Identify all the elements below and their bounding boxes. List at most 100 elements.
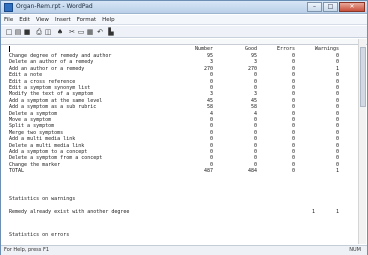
row-number-value: 0 — [209, 78, 213, 85]
row-number-value: 58 — [206, 104, 213, 111]
row-errors-value: 0 — [291, 117, 295, 123]
title-bar[interactable]: Organ-Rem.rpt - WordPad – □ ✕ — [1, 1, 367, 14]
row-good-value: 0 — [253, 161, 257, 168]
print-icon[interactable]: ⎙ — [35, 28, 43, 36]
row-errors-value: 0 — [291, 155, 295, 162]
table-row: Delete a multi media link 0 0 0 0 — [9, 143, 359, 149]
warnings-heading: Statistics on warnings — [9, 196, 76, 202]
minimize-button[interactable]: – — [307, 2, 322, 12]
row-good-value: 0 — [253, 123, 257, 130]
warning-line-value-2: 1 — [335, 209, 339, 215]
menu-edit[interactable]: Edit — [16, 15, 33, 24]
toolbar: □ ▤ ■ ⎙ ◫ ♠ ✂ ▭ ▦ ↶ ▙ — [1, 26, 367, 38]
row-good-value: 0 — [253, 72, 257, 79]
row-errors-value: 0 — [291, 65, 295, 72]
row-number-value: 0 — [209, 117, 213, 123]
warning-line-value-1: 1 — [311, 209, 315, 215]
row-errors-value: 0 — [291, 168, 295, 175]
row-good-value: 3 — [253, 91, 257, 98]
row-errors-value: 0 — [291, 72, 295, 79]
row-errors-value: 0 — [291, 110, 295, 117]
header-errors: Errors — [276, 46, 295, 52]
scrollbar-thumb[interactable] — [360, 47, 366, 107]
new-document-icon[interactable]: □ — [5, 28, 13, 36]
row-errors-value: 0 — [291, 123, 295, 130]
row-good-value: 0 — [253, 85, 257, 91]
row-errors-value: 0 — [291, 91, 295, 98]
close-button[interactable]: ✕ — [339, 2, 365, 12]
table-row: Merge two symptoms 0 0 0 0 — [9, 130, 359, 136]
row-warnings-value: 1 — [335, 168, 339, 175]
print-preview-icon[interactable]: ◫ — [44, 28, 52, 36]
menu-help[interactable]: Help — [99, 15, 118, 24]
menu-format[interactable]: Format — [74, 15, 99, 24]
row-label: Edit a symptom synonym list — [9, 85, 91, 91]
row-number-value: 0 — [209, 123, 213, 130]
row-label: Add a symptom at the same level — [9, 97, 103, 104]
menu-view[interactable]: View — [33, 15, 52, 24]
maximize-button[interactable]: □ — [323, 2, 338, 12]
vertical-scrollbar[interactable] — [358, 39, 366, 244]
table-row: Delete an author of a remedy 3 3 0 0 — [9, 59, 359, 65]
find-icon[interactable]: ♠ — [56, 28, 64, 36]
table-row: Edit a note 0 0 0 0 — [9, 72, 359, 78]
table-row: Delete a symptom from a concept 0 0 0 0 — [9, 155, 359, 161]
row-warnings-value: 0 — [335, 78, 339, 85]
wordpad-window: Organ-Rem.rpt - WordPad – □ ✕ File Edit … — [0, 0, 368, 255]
row-warnings-value: 0 — [335, 117, 339, 123]
row-label: Move a symptom — [9, 117, 52, 123]
wordpad-app-icon — [4, 3, 13, 12]
row-number-value: 0 — [209, 85, 213, 91]
row-warnings-value: 0 — [335, 97, 339, 104]
save-icon[interactable]: ■ — [23, 28, 31, 36]
window-controls: – □ ✕ — [306, 2, 365, 13]
row-good-value: 4 — [253, 110, 257, 117]
row-warnings-value: 0 — [335, 123, 339, 130]
ruler[interactable] — [1, 39, 367, 45]
row-errors-value: 0 — [291, 78, 295, 85]
row-good-value: 0 — [253, 136, 257, 143]
header-warnings: Warnings — [314, 46, 339, 52]
table-row: TOTAL 487 484 0 1 — [9, 168, 359, 174]
row-errors-value: 0 — [291, 59, 295, 66]
row-label: Add a symptom to a concept — [9, 149, 88, 155]
row-good-value: 0 — [253, 155, 257, 162]
undo-icon[interactable]: ↶ — [96, 28, 104, 36]
status-bar: For Help, press F1 NUM — [1, 245, 367, 255]
cut-icon[interactable]: ✂ — [68, 28, 76, 36]
row-label: Delete a symptom — [9, 110, 58, 117]
row-good-value: 95 — [250, 53, 257, 59]
row-warnings-value: 0 — [335, 149, 339, 155]
open-folder-icon[interactable]: ▤ — [14, 28, 22, 36]
paste-icon[interactable]: ▦ — [86, 28, 94, 36]
table-row: Split a symptom 0 0 0 0 — [9, 123, 359, 129]
row-warnings-value: 0 — [335, 110, 339, 117]
row-warnings-value: 0 — [335, 129, 339, 136]
status-num-indicator: NUM — [349, 247, 361, 253]
row-label: Edit a note — [9, 72, 43, 79]
menu-insert[interactable]: Insert — [52, 15, 74, 24]
row-label: Delete an author of a remedy — [9, 59, 94, 66]
row-good-value: 0 — [253, 117, 257, 123]
copy-icon[interactable]: ▭ — [77, 28, 85, 36]
row-errors-value: 0 — [291, 97, 295, 104]
row-label: Delete a multi media link — [9, 142, 85, 149]
insert-object-icon[interactable]: ▙ — [107, 28, 115, 36]
row-warnings-value: 0 — [335, 85, 339, 91]
row-number-value: 0 — [209, 72, 213, 79]
row-warnings-value: 0 — [335, 155, 339, 162]
row-good-value: 3 — [253, 59, 257, 66]
menu-bar: File Edit View Insert Format Help — [1, 15, 367, 25]
row-good-value: 58 — [250, 104, 257, 111]
row-errors-value: 0 — [291, 161, 295, 168]
document-area[interactable]: Number Good Errors Warnings Change degre… — [9, 46, 359, 246]
row-number-value: 45 — [206, 97, 213, 104]
row-errors-value: 0 — [291, 85, 295, 91]
row-warnings-value: 0 — [335, 72, 339, 79]
menu-file[interactable]: File — [1, 15, 16, 24]
row-good-value: 0 — [253, 149, 257, 155]
row-good-value: 0 — [253, 142, 257, 149]
row-good-value: 0 — [253, 129, 257, 136]
window-title: Organ-Rem.rpt - WordPad — [16, 3, 93, 10]
row-errors-value: 0 — [291, 136, 295, 143]
